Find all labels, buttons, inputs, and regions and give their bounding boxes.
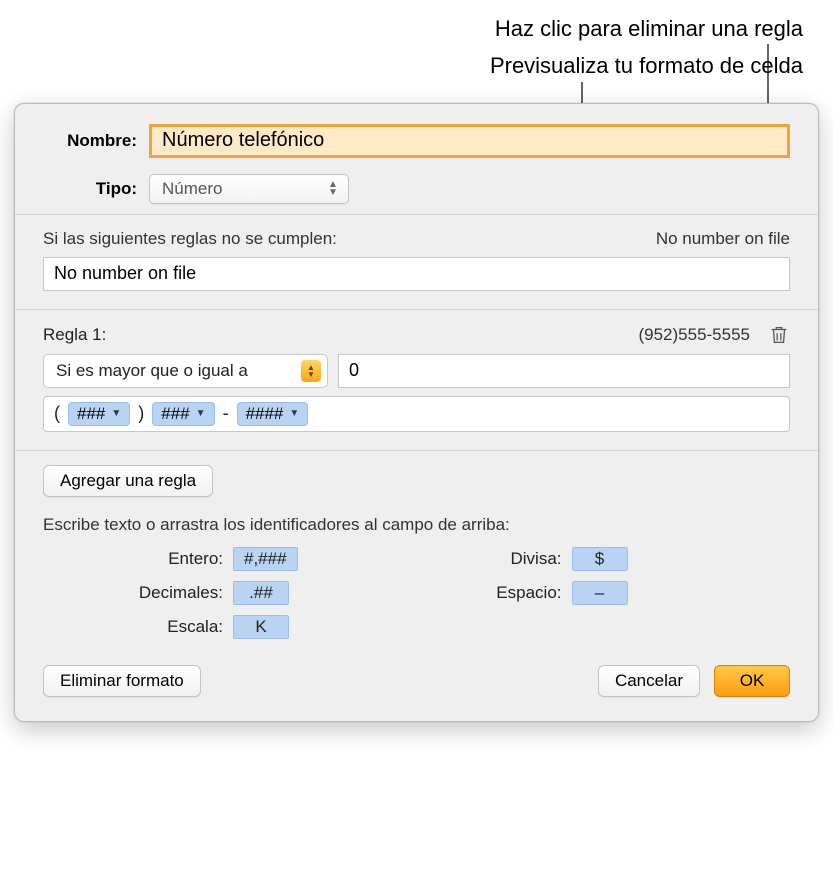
id-label-decimales: Decimales: — [113, 583, 223, 603]
condition-value: Si es mayor que o igual a — [56, 361, 248, 381]
chevron-down-icon: ▼ — [289, 408, 299, 419]
no-match-field[interactable] — [43, 257, 790, 291]
rule-label: Regla 1: — [43, 325, 106, 345]
no-match-heading: Si las siguientes reglas no se cumplen: — [43, 229, 337, 249]
id-label-entero: Entero: — [113, 549, 223, 569]
type-select[interactable]: Número ▲▼ — [149, 174, 349, 204]
add-rule-button[interactable]: Agregar una regla — [43, 465, 213, 497]
custom-format-dialog: Nombre: Tipo: Número ▲▼ Si las siguiente… — [14, 103, 819, 722]
chevron-updown-icon: ▲▼ — [326, 181, 340, 197]
callout-preview-format: Previsualiza tu formato de celda — [30, 47, 803, 84]
chevron-updown-icon: ▲▼ — [301, 360, 321, 382]
format-token[interactable]: ### ▼ — [152, 402, 214, 426]
threshold-field[interactable] — [338, 354, 790, 388]
type-select-value: Número — [162, 179, 222, 199]
rule-preview: (952)555-5555 — [638, 325, 750, 345]
id-token-entero[interactable]: #,### — [233, 547, 298, 571]
id-token-escala[interactable]: K — [233, 615, 289, 639]
callout-area: Haz clic para eliminar una regla Previsu… — [0, 0, 833, 85]
id-token-divisa[interactable]: $ — [572, 547, 628, 571]
format-pattern-field[interactable]: ( ### ▼ ) ### ▼ - #### ▼ — [43, 396, 790, 432]
chevron-down-icon: ▼ — [111, 408, 121, 419]
cancel-button[interactable]: Cancelar — [598, 665, 700, 697]
id-label-divisa: Divisa: — [452, 549, 562, 569]
callout-delete-rule: Haz clic para eliminar una regla — [30, 10, 803, 47]
format-text-close: ) — [136, 403, 146, 424]
id-label-espacio: Espacio: — [452, 583, 562, 603]
type-label: Tipo: — [43, 179, 149, 199]
id-token-espacio[interactable]: – — [572, 581, 628, 605]
identifiers-hint: Escribe texto o arrastra los identificad… — [43, 515, 790, 535]
no-match-preview: No number on file — [656, 229, 790, 249]
format-text-dash: - — [221, 403, 231, 424]
name-field[interactable] — [149, 124, 790, 158]
name-label: Nombre: — [43, 131, 149, 151]
format-token[interactable]: ### ▼ — [68, 402, 130, 426]
delete-format-button[interactable]: Eliminar formato — [43, 665, 201, 697]
ok-button[interactable]: OK — [714, 665, 790, 697]
id-label-escala: Escala: — [113, 617, 223, 637]
trash-icon[interactable] — [768, 324, 790, 346]
format-text-open: ( — [52, 403, 62, 424]
format-token[interactable]: #### ▼ — [237, 402, 309, 426]
identifiers-grid: Entero: #,### Divisa: $ Decimales: .## E… — [43, 547, 790, 639]
condition-select[interactable]: Si es mayor que o igual a ▲▼ — [43, 354, 328, 388]
chevron-down-icon: ▼ — [196, 408, 206, 419]
id-token-decimales[interactable]: .## — [233, 581, 289, 605]
